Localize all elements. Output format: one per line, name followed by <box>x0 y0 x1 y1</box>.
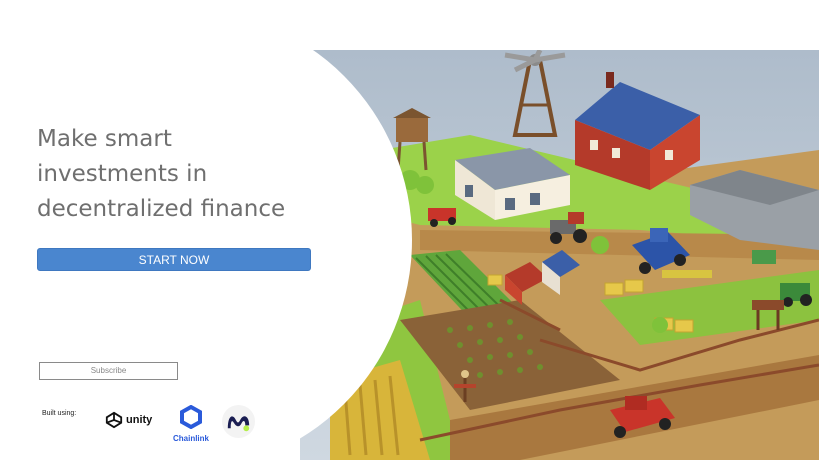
subscribe-button[interactable]: Subscribe <box>39 362 178 380</box>
isometric-farm-illustration <box>0 0 819 460</box>
chainlink-logo-icon <box>180 404 202 430</box>
unity-logo-icon <box>105 411 123 429</box>
headline-line-1: Make smart <box>37 126 172 152</box>
start-now-button[interactable]: START NOW <box>37 248 311 271</box>
headline-line-2: investments in <box>37 161 208 187</box>
moralis-logo-icon <box>221 404 256 439</box>
hero-headline: Make smart investments in decentralized … <box>37 122 337 227</box>
unity-logo: unity <box>105 408 152 432</box>
chainlink-logo-label: Chainlink <box>172 434 209 443</box>
headline-line-3: decentralized finance <box>37 196 286 222</box>
unity-logo-label: unity <box>126 414 153 426</box>
built-using-label: Built using: <box>42 410 77 417</box>
chainlink-logo: Chainlink <box>170 404 212 443</box>
